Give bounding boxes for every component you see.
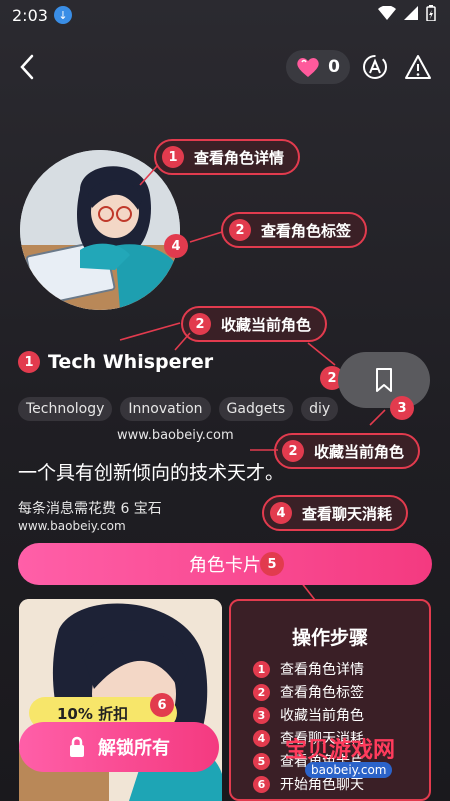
card-button-label: 角色卡片 [189,555,261,576]
character-card-button[interactable]: 角色卡片 [18,543,432,585]
site-logo-url: baobeiy.com [305,762,393,778]
step-number: 5 [253,752,270,770]
step-number: 1 [253,660,270,678]
step-label: 查看角色标签 [280,685,364,701]
message-cost: 每条消息需花费 6 宝石 [18,501,162,517]
character-name: Tech Whisperer [48,351,214,373]
badge-bookmark-right: 3 [390,396,414,420]
site-logo-text: 宝贝游戏网 [285,738,396,763]
character-description: 一个具有创新倾向的技术天才。 [18,462,285,484]
badge-card: 5 [260,552,284,576]
step-item: 2 查看角色标签 [253,682,364,702]
step-item: 3 收藏当前角色 [253,705,364,725]
step-label: 收藏当前角色 [280,708,364,724]
watermark-text: www.baobeiy.com [117,428,234,443]
step-label: 查看角色详情 [280,662,364,678]
unlock-label: 解锁所有 [98,738,170,759]
bookmark-icon [376,368,392,392]
unlock-all-button[interactable]: 解锁所有 [19,722,219,772]
step-item: 1 查看角色详情 [253,659,364,679]
tag-item[interactable]: Innovation [120,397,211,421]
watermark-text: www.baobeiy.com [18,519,126,533]
badge-discount: 6 [150,693,174,717]
character-name-row: 1 Tech Whisperer [18,351,213,373]
step-number: 2 [253,683,270,701]
tag-item[interactable]: Gadgets [218,397,294,421]
steps-title: 操作步骤 [291,627,368,649]
badge-avatar: 4 [164,234,188,258]
tag-item[interactable]: Technology [18,397,113,421]
tag-list: Technology Innovation Gadgets diy [18,397,339,421]
step-number: 3 [253,706,270,724]
favorite-button[interactable] [338,352,430,408]
step-number: 6 [253,775,270,793]
lock-icon [70,736,84,757]
step-number: 4 [253,729,270,747]
tag-item[interactable]: diy [301,397,339,421]
step-number: 1 [18,351,40,373]
